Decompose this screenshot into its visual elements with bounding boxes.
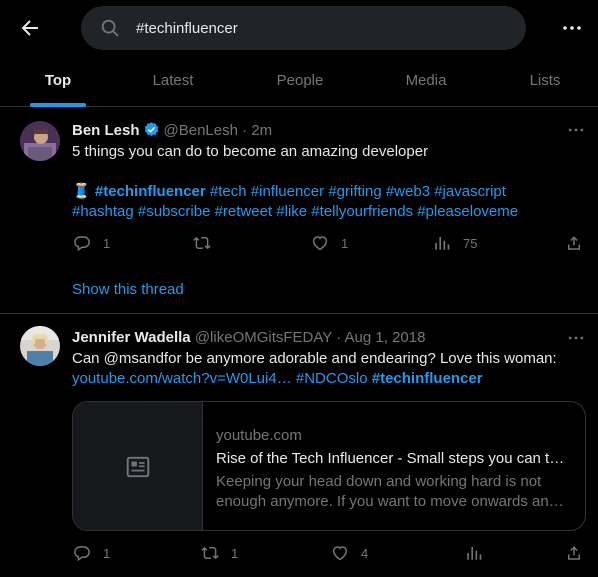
tweet-more-icon[interactable] — [566, 120, 586, 140]
card-domain: youtube.com — [216, 427, 302, 444]
hashtag-link[interactable]: #techinfluencer — [95, 183, 206, 200]
retweet-count: 1 — [231, 546, 239, 561]
retweet-button[interactable] — [193, 234, 253, 254]
like-button[interactable]: 4 — [331, 544, 391, 564]
like-button[interactable]: 1 — [311, 234, 371, 254]
thread-emoji: 🧵 — [72, 183, 91, 200]
hashtag-links[interactable]: #tech #influencer #grifting #web3 #javas… — [206, 183, 506, 200]
like-count: 4 — [361, 546, 369, 561]
handle[interactable]: @BenLesh — [164, 122, 238, 139]
active-tab-indicator — [30, 103, 86, 107]
reply-icon — [74, 236, 90, 252]
more-icon[interactable] — [560, 16, 584, 40]
display-name[interactable]: Ben Lesh — [72, 122, 140, 139]
hashtag-link[interactable]: #techinfluencer — [372, 370, 483, 387]
back-arrow-icon[interactable] — [18, 16, 42, 40]
url-link[interactable]: youtube.com/watch?v=W0Lui4… — [72, 370, 292, 387]
timestamp[interactable]: · 2m — [242, 122, 272, 139]
tweet-line: 5 things you can do to become an amazing… — [72, 143, 429, 160]
tweet-more-icon[interactable] — [566, 328, 586, 348]
tweet-text: 5 things you can do to become an amazing… — [72, 142, 582, 222]
views-icon — [435, 237, 450, 250]
link-preview-card[interactable]: youtube.com Rise of the Tech Influencer … — [72, 401, 586, 531]
reply-count: 1 — [103, 236, 111, 251]
tweet[interactable]: Ben Lesh @BenLesh · 2m 5 things you can d… — [0, 108, 598, 314]
search-icon — [99, 17, 121, 39]
show-thread-link[interactable]: Show this thread — [72, 281, 184, 298]
tab-top[interactable]: Top — [14, 56, 102, 107]
tab-latest[interactable]: Latest — [128, 56, 218, 107]
retweet-icon — [201, 546, 219, 560]
tab-media[interactable]: Media — [378, 56, 474, 107]
card-thumbnail — [73, 402, 203, 530]
tab-label: Media — [405, 72, 447, 89]
article-icon — [126, 456, 150, 478]
display-name[interactable]: Jennifer Wadella — [72, 329, 191, 346]
tweet-header: Ben Lesh @BenLesh · 2m — [72, 121, 272, 139]
tab-lists[interactable]: Lists — [504, 56, 586, 107]
avatar[interactable] — [20, 121, 60, 161]
tab-label: Top — [44, 72, 72, 89]
link-line: youtube.com/watch?v=W0Lui4… #NDCOslo #te… — [72, 369, 582, 389]
handle[interactable]: @likeOMGitsFEDAY — [195, 329, 332, 346]
verified-badge-icon — [143, 121, 160, 138]
search-input[interactable] — [136, 6, 506, 50]
tab-people[interactable]: People — [250, 56, 350, 107]
reply-button[interactable]: 1 — [73, 234, 133, 254]
reply-button[interactable]: 1 — [73, 544, 133, 564]
share-icon — [568, 236, 580, 250]
avatar[interactable] — [20, 326, 60, 366]
tweet-header: Jennifer Wadella @likeOMGitsFEDAY · Aug … — [72, 329, 425, 346]
tweet-line: Can @msandfor be anymore adorable and en… — [72, 350, 557, 367]
search-box[interactable] — [81, 6, 526, 50]
like-icon — [312, 236, 328, 251]
share-button[interactable] — [565, 544, 585, 564]
card-title: Rise of the Tech Influencer - Small step… — [216, 450, 565, 467]
like-count: 1 — [341, 236, 349, 251]
hashtag-links[interactable]: #hashtag #subscribe #retweet #like #tell… — [72, 202, 582, 222]
share-icon — [568, 546, 580, 560]
retweet-button[interactable]: 1 — [201, 544, 261, 564]
hashtag-line: 🧵 #techinfluencer #tech #influencer #gri… — [72, 182, 582, 202]
views-count: 75 — [463, 236, 478, 251]
hashtag-link[interactable]: #NDCOslo — [296, 370, 368, 387]
reply-count: 1 — [103, 546, 111, 561]
like-icon — [332, 546, 348, 561]
share-button[interactable] — [565, 234, 585, 254]
views-button[interactable] — [465, 544, 495, 564]
card-description: Keeping your head down and working hard … — [216, 473, 564, 510]
retweet-icon — [193, 236, 211, 250]
views-icon — [467, 547, 482, 560]
tweet[interactable]: Jennifer Wadella @likeOMGitsFEDAY · Aug … — [0, 315, 598, 577]
reply-icon — [74, 546, 90, 562]
tab-label: Latest — [152, 72, 194, 89]
views-button[interactable]: 75 — [433, 234, 493, 254]
tab-label: Lists — [529, 72, 561, 89]
timestamp[interactable]: · Aug 1, 2018 — [336, 329, 425, 346]
card-text: youtube.com Rise of the Tech Influencer … — [216, 426, 576, 512]
search-tabs: Top Latest People Media Lists — [0, 56, 598, 107]
tweet-text: Can @msandfor be anymore adorable and en… — [72, 349, 582, 389]
tab-label: People — [276, 72, 324, 89]
top-bar — [0, 0, 598, 56]
